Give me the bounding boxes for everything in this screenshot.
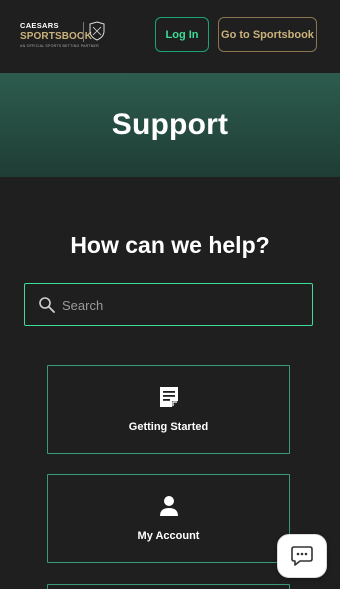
- nhl-shield-icon: [89, 21, 105, 41]
- help-heading: How can we help?: [70, 232, 270, 258]
- page-title: Support: [111, 108, 229, 141]
- search-box[interactable]: [24, 283, 313, 326]
- login-button[interactable]: Log In: [155, 17, 209, 52]
- partner-text: AN OFFICIAL SPORTS BETTING PARTNER: [20, 44, 99, 48]
- category-card-getting-started[interactable]: Getting Started: [47, 365, 290, 454]
- top-navigation-bar: CAESARS SPORTSBOOK AN OFFICIAL SPORTS BE…: [0, 0, 340, 73]
- logo-divider: [83, 22, 84, 42]
- brand-main-text: SPORTSBOOK: [20, 31, 93, 42]
- card-label: Getting Started: [128, 421, 209, 433]
- category-card-partial[interactable]: [47, 584, 290, 589]
- chat-bubble-icon: [291, 546, 313, 566]
- go-to-sportsbook-button[interactable]: Go to Sportsbook: [218, 17, 317, 52]
- chat-button[interactable]: [277, 534, 327, 578]
- support-page: CAESARS SPORTSBOOK AN OFFICIAL SPORTS BE…: [0, 0, 340, 589]
- document-icon: [160, 387, 178, 407]
- category-card-my-account[interactable]: My Account: [47, 474, 290, 563]
- caesars-sportsbook-logo[interactable]: CAESARS SPORTSBOOK AN OFFICIAL SPORTS BE…: [20, 20, 110, 50]
- brand-top-text: CAESARS: [20, 21, 59, 30]
- search-icon: [39, 297, 55, 313]
- search-input[interactable]: [62, 292, 302, 318]
- hero-banner: Support: [0, 73, 340, 177]
- person-icon: [160, 496, 178, 516]
- card-label: My Account: [137, 530, 200, 542]
